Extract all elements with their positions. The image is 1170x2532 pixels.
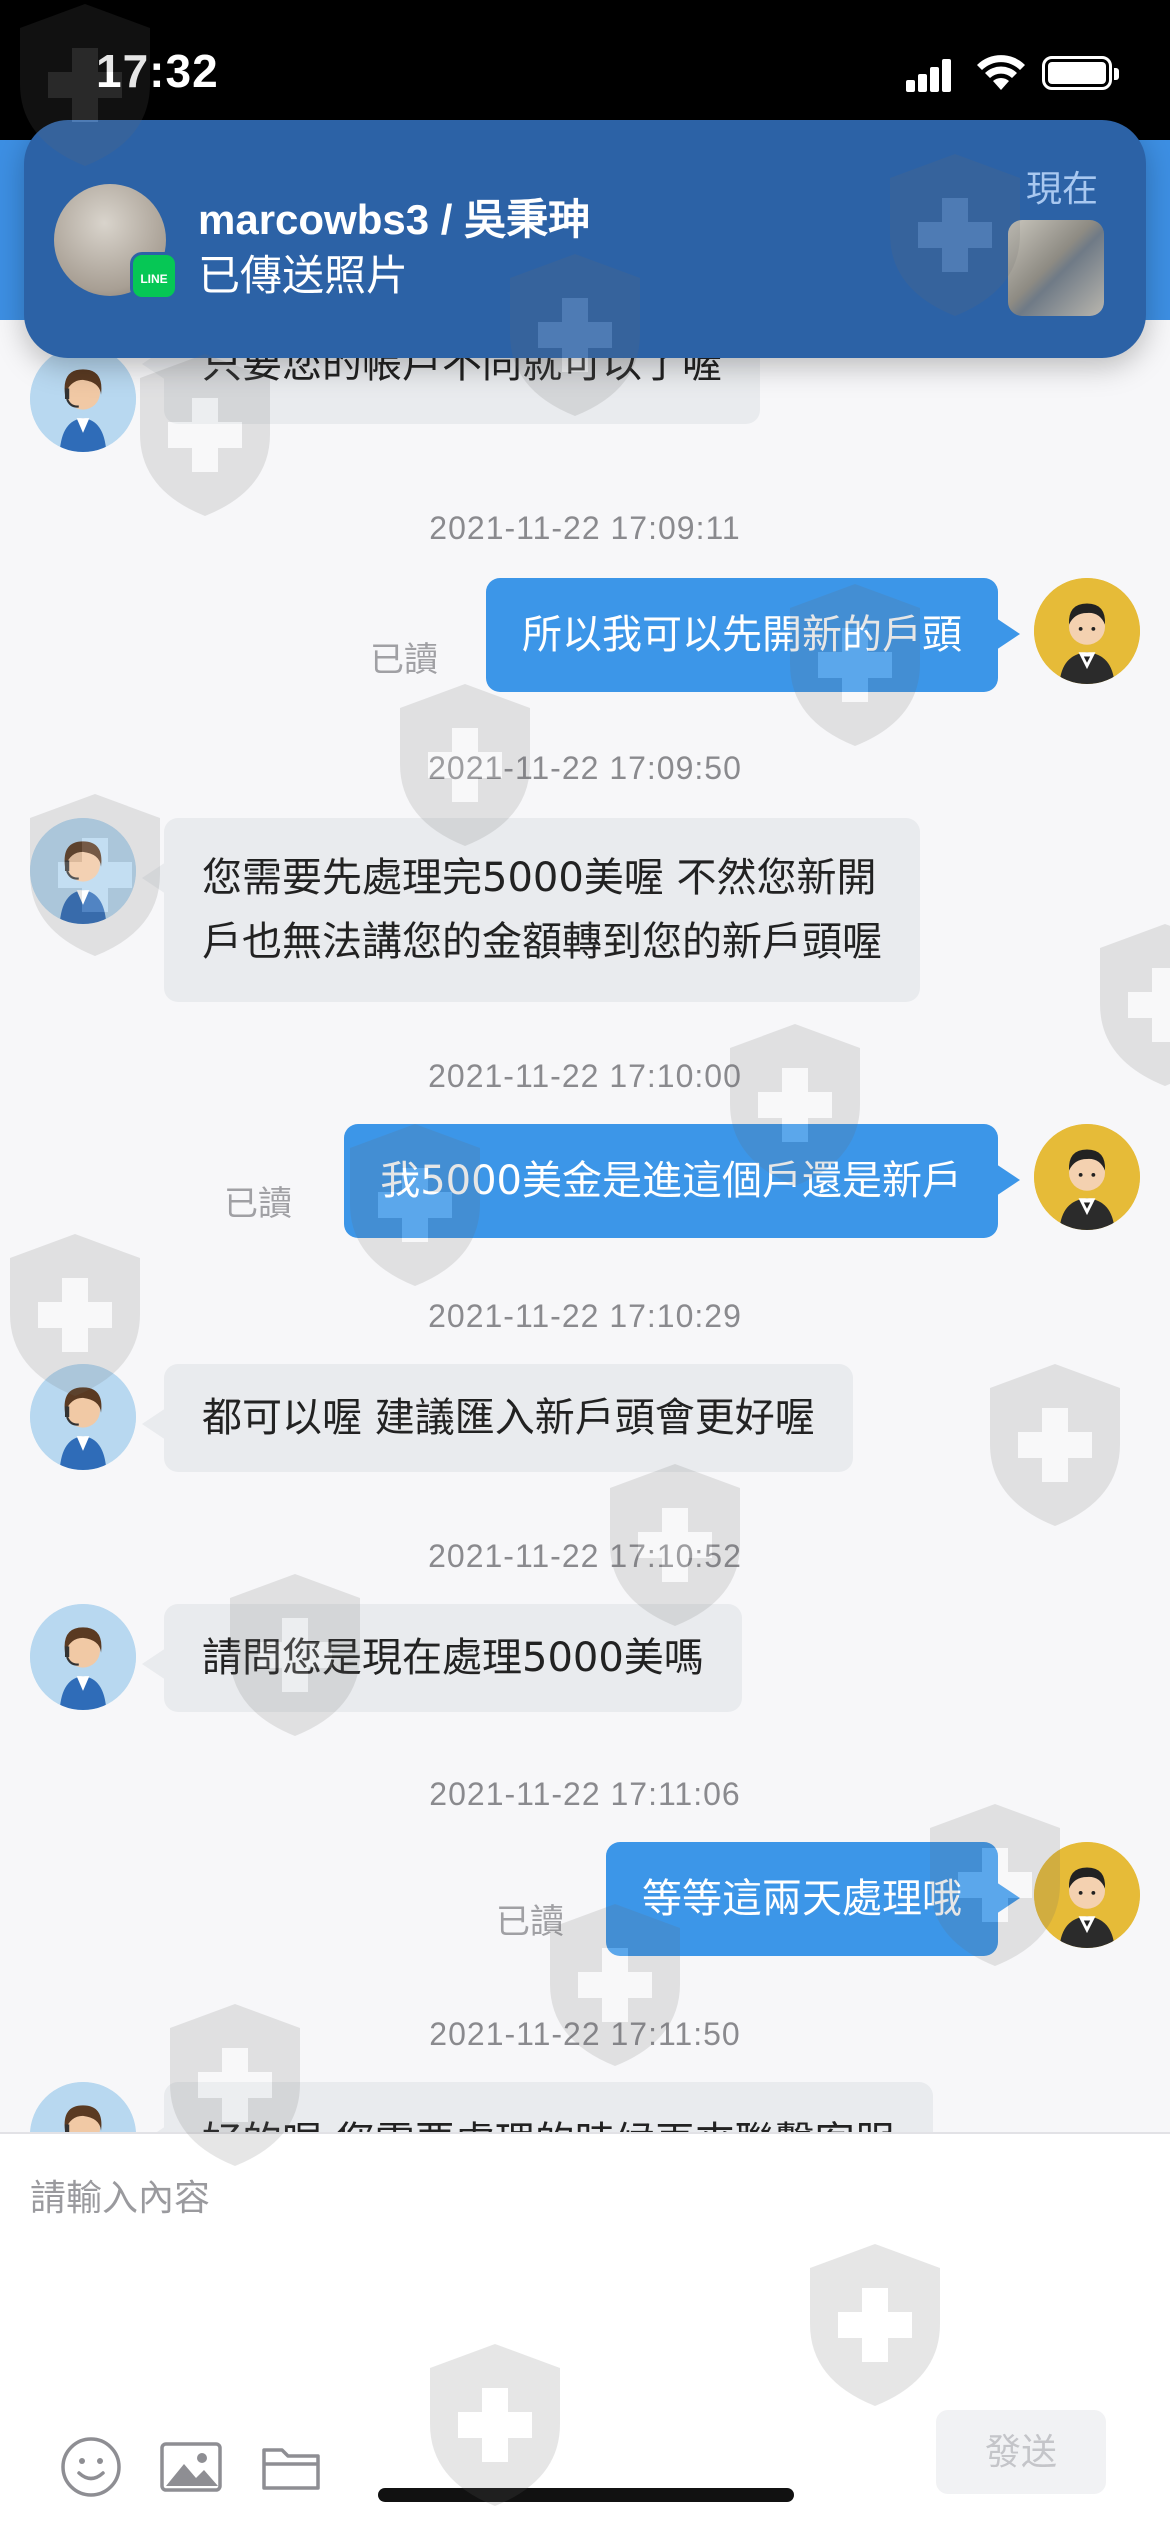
message-text: 都可以喔 建議匯入新戶頭會更好喔 (202, 1395, 815, 1441)
message-timestamp: 2021-11-22 17:10:52 (428, 1538, 742, 1574)
notification-time: 現在 (1025, 169, 1098, 210)
message-incoming: 都可以喔 建議匯入新戶頭會更好喔 (142, 1364, 853, 1472)
image-icon[interactable] (158, 2434, 224, 2500)
notification-message: 已傳送照片 (198, 251, 409, 300)
message-incoming: 請問您是現在處理5000美嗎 (142, 1604, 742, 1712)
folder-icon[interactable] (258, 2434, 324, 2500)
message-incoming: 好的喔 您需要處理的時候再來聯繫客服 (142, 2082, 933, 2132)
message-text: 請問您是現在處理5000美嗎 (202, 1635, 704, 1681)
message-timestamp: 2021-11-22 17:10:00 (428, 1058, 742, 1094)
message-timestamp: 2021-11-22 17:09:50 (428, 750, 742, 786)
emoji-icon[interactable] (58, 2434, 124, 2500)
message-text-line: 您需要先處理完5000美喔 不然您新開 (202, 855, 877, 901)
message-input[interactable] (30, 2168, 1130, 2228)
message-text: 等等這兩天處理哦 (642, 1876, 962, 1922)
message-timestamp: 2021-11-22 17:10:29 (428, 1298, 742, 1334)
photo-thumbnail (1008, 220, 1104, 316)
composer: 發送 (0, 2132, 1170, 2532)
agent-avatar (30, 2082, 136, 2132)
read-receipt: 已讀 (496, 1902, 564, 1942)
notification-sender: marcowbs3 / 吳秉珅 (198, 196, 591, 243)
battery-icon (1042, 56, 1119, 90)
signal-icon (906, 58, 952, 92)
read-receipt: 已讀 (370, 640, 438, 680)
user-avatar (1034, 1124, 1140, 1230)
message-timestamp: 2021-11-22 17:11:50 (429, 2016, 741, 2052)
agent-avatar (30, 346, 136, 452)
message-outgoing: 等等這兩天處理哦 (606, 1842, 1020, 1956)
user-avatar (1034, 578, 1140, 684)
user-avatar (1034, 1842, 1140, 1948)
message-timestamp: 2021-11-22 17:11:06 (429, 1776, 741, 1812)
status-bar: 17:32 (0, 0, 1170, 140)
read-receipt: 已讀 (224, 1184, 292, 1224)
wifi-icon (976, 52, 1026, 92)
push-notification[interactable]: LINE marcowbs3 / 吳秉珅 已傳送照片 現在 (24, 120, 1146, 358)
send-button[interactable]: 發送 (936, 2410, 1106, 2494)
message-outgoing: 所以我可以先開新的戶頭 (486, 578, 1020, 692)
chat-messages[interactable]: 只要您的帳戶不同就可以了喔 2021-11-22 17:09:11 已讀 所以我… (0, 320, 1170, 2132)
status-time: 17:32 (96, 45, 219, 97)
message-text-line: 戶也無法講您的金額轉到您的新戶頭喔 (202, 919, 882, 965)
message-text: 好的喔 您需要處理的時候再來聯繫客服 (202, 2119, 895, 2132)
message-outgoing: 我5000美金是進這個戶還是新戶 (344, 1124, 1020, 1238)
message-incoming: 您需要先處理完5000美喔 不然您新開 戶也無法講您的金額轉到您的新戶頭喔 (142, 818, 920, 1002)
home-indicator[interactable] (378, 2488, 794, 2502)
message-text: 所以我可以先開新的戶頭 (522, 612, 962, 658)
message-timestamp: 2021-11-22 17:09:11 (429, 510, 741, 546)
agent-avatar (30, 1604, 136, 1710)
agent-avatar (30, 818, 136, 924)
agent-avatar (30, 1364, 136, 1470)
message-text: 我5000美金是進這個戶還是新戶 (380, 1158, 962, 1204)
line-app-icon: LINE (130, 252, 178, 300)
